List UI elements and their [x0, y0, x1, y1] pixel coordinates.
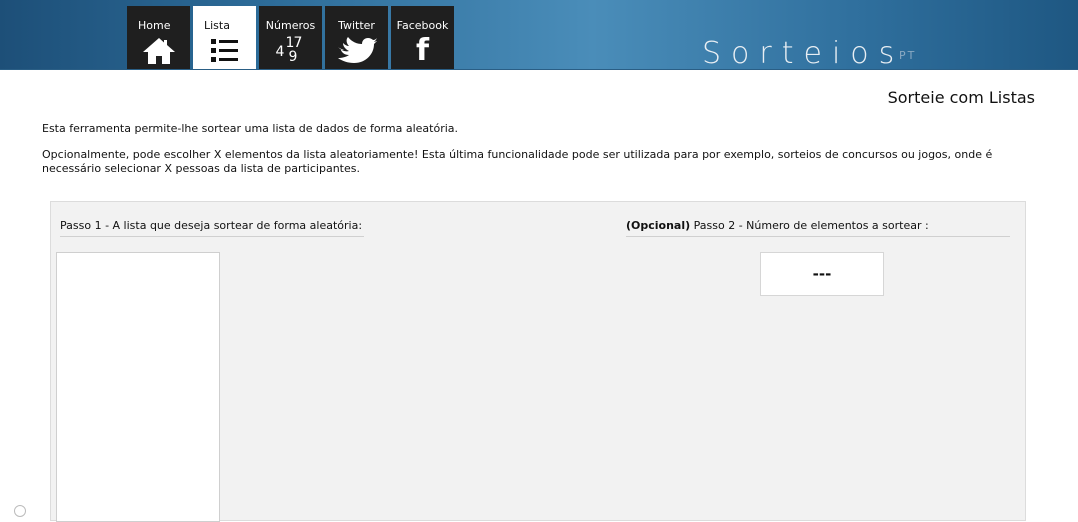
site-header: Home Lista Números 4 1 7 9 Twitter Faceb… — [0, 0, 1078, 71]
site-logo: Sorteios — [702, 36, 905, 71]
step2-title-text: Passo 2 - Número de elementos a sortear … — [690, 219, 929, 232]
numbers-glyph-c: 7 — [293, 35, 303, 51]
tab-home[interactable]: Home — [127, 6, 190, 69]
numbers-glyph-d: 9 — [288, 49, 298, 65]
tab-twitter-label: Twitter — [338, 19, 375, 32]
step1-title: Passo 1 - A lista que deseja sortear de … — [60, 219, 364, 237]
facebook-glyph: f — [415, 33, 430, 68]
tab-twitter[interactable]: Twitter — [325, 6, 388, 69]
tab-lista-label: Lista — [204, 19, 230, 32]
twitter-bird-icon — [325, 36, 388, 66]
tab-numeros[interactable]: Números 4 1 7 9 — [259, 6, 322, 69]
main-nav: Home Lista Números 4 1 7 9 Twitter Faceb… — [127, 6, 457, 69]
list-input[interactable] — [56, 252, 220, 522]
numbers-glyph-a: 4 — [275, 44, 285, 60]
draw-panel: Passo 1 - A lista que deseja sortear de … — [50, 201, 1026, 522]
step2-optional-label: (Opcional) — [626, 219, 691, 232]
facebook-f-icon: f — [391, 36, 454, 66]
page-title: Sorteie com Listas — [887, 88, 1035, 107]
corner-indicator — [14, 505, 26, 517]
intro-paragraph-2: Opcionalmente, pode escolher X elementos… — [42, 148, 993, 175]
tab-facebook-label: Facebook — [396, 19, 449, 32]
intro-paragraph-1: Esta ferramenta permite-lhe sortear uma … — [42, 122, 459, 135]
count-select[interactable]: --- — [760, 252, 884, 296]
site-logo-suffix: PT — [899, 49, 917, 62]
tab-home-label: Home — [138, 19, 171, 32]
step2-title: (Opcional) Passo 2 - Número de elementos… — [626, 219, 1010, 237]
numbers-icon: 4 1 7 9 — [259, 36, 322, 66]
tab-numeros-label: Números — [265, 19, 316, 32]
intro-text: Esta ferramenta permite-lhe sortear uma … — [42, 122, 1037, 188]
tab-lista[interactable]: Lista — [193, 6, 256, 69]
list-icon — [193, 36, 256, 66]
home-icon — [127, 36, 190, 66]
tab-facebook[interactable]: Facebook f — [391, 6, 454, 69]
